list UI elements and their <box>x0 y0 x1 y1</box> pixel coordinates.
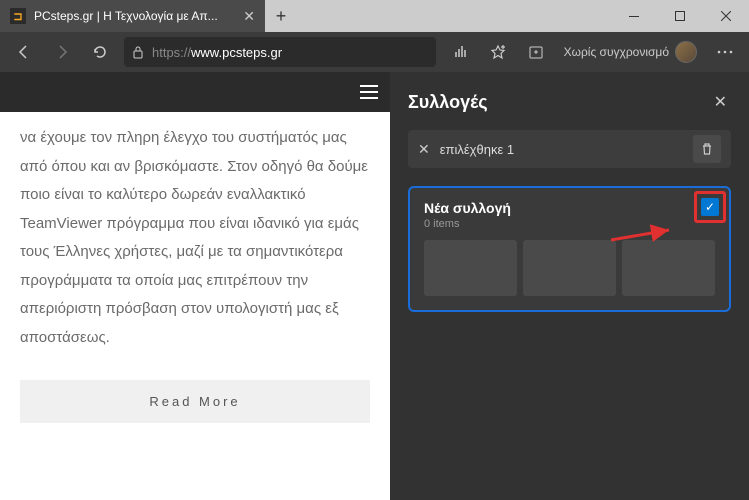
collections-button[interactable] <box>518 34 554 70</box>
close-panel-button[interactable]: ✕ <box>710 88 731 116</box>
forward-button[interactable] <box>44 34 80 70</box>
favicon-icon: ⊐ <box>10 8 26 24</box>
new-tab-button[interactable]: + <box>265 0 297 32</box>
read-aloud-button[interactable] <box>442 34 478 70</box>
tab-title: PCsteps.gr | Η Τεχνολογία με Απ... <box>34 9 235 23</box>
collection-item-count: 0 items <box>424 218 715 230</box>
collection-thumbnails <box>424 240 715 296</box>
webpage-content: να έχουμε τον πληρη έλεγχο του συστήματό… <box>0 72 390 500</box>
profile-avatar[interactable] <box>675 41 697 63</box>
hamburger-menu-icon[interactable] <box>360 85 378 99</box>
thumbnail <box>523 240 616 296</box>
sync-label: Χωρίς συγχρονισμό <box>564 45 669 59</box>
site-header <box>0 72 390 112</box>
article-text: να έχουμε τον πληρη έλεγχο του συστήματό… <box>0 112 390 364</box>
browser-toolbar: https://www.pcsteps.gr Χωρίς συγχρονισμό <box>0 32 749 72</box>
lock-icon <box>132 45 144 59</box>
minimize-button[interactable] <box>611 0 657 32</box>
back-button[interactable] <box>6 34 42 70</box>
menu-button[interactable] <box>707 34 743 70</box>
panel-title: Συλλογές <box>408 92 488 113</box>
browser-tab[interactable]: ⊐ PCsteps.gr | Η Τεχνολογία με Απ... ✕ <box>0 0 265 32</box>
address-text: https://www.pcsteps.gr <box>152 45 282 60</box>
thumbnail <box>622 240 715 296</box>
clear-selection-button[interactable]: ✕ <box>418 141 430 158</box>
maximize-button[interactable] <box>657 0 703 32</box>
close-tab-icon[interactable]: ✕ <box>243 8 255 25</box>
favorites-button[interactable] <box>480 34 516 70</box>
thumbnail <box>424 240 517 296</box>
refresh-button[interactable] <box>82 34 118 70</box>
close-window-button[interactable] <box>703 0 749 32</box>
collection-title: Νέα συλλογή <box>424 200 715 216</box>
address-bar[interactable]: https://www.pcsteps.gr <box>124 37 436 67</box>
sync-status[interactable]: Χωρίς συγχρονισμό <box>556 41 705 63</box>
checkbox-checked-icon[interactable]: ✓ <box>701 198 719 216</box>
collections-panel: Συλλογές ✕ ✕ επιλέχθηκε 1 Νέα συλλογή 0 … <box>390 72 749 500</box>
read-more-button[interactable]: Read More <box>20 380 370 423</box>
delete-button[interactable] <box>693 135 721 163</box>
selection-count: επιλέχθηκε 1 <box>440 142 683 157</box>
window-titlebar: ⊐ PCsteps.gr | Η Τεχνολογία με Απ... ✕ + <box>0 0 749 32</box>
selection-bar: ✕ επιλέχθηκε 1 <box>408 130 731 168</box>
collection-card[interactable]: Νέα συλλογή 0 items ✓ <box>408 186 731 312</box>
